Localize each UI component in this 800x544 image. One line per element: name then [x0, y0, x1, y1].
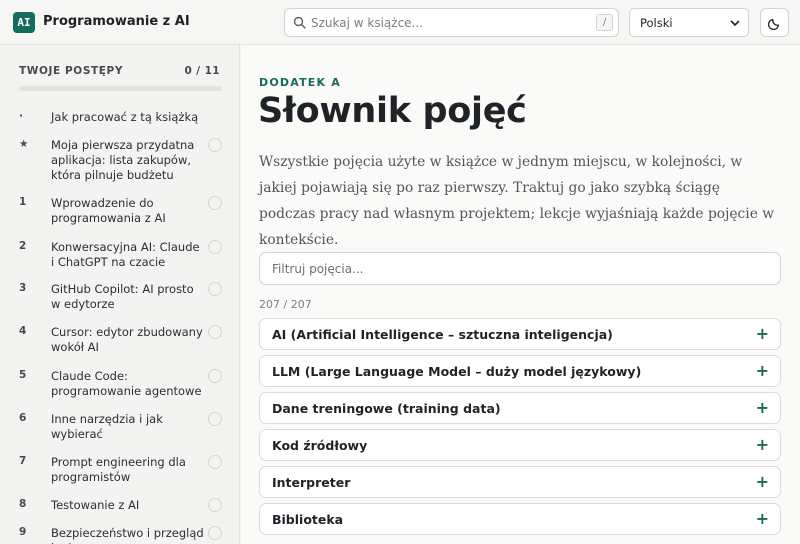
sidebar-item-number: 6 — [19, 412, 27, 424]
sidebar-item-number: 9 — [19, 526, 27, 538]
expand-plus-icon[interactable]: + — [756, 324, 769, 343]
glossary-term-row[interactable]: Biblioteka + — [259, 503, 781, 535]
sidebar-item-label: Konwersacyjna AI: Claude i ChatGPT na cz… — [51, 240, 200, 269]
sidebar-item-label: Moja pierwsza przydatna aplikacja: lista… — [51, 138, 195, 182]
expand-plus-icon[interactable]: + — [756, 435, 769, 454]
language-selected: Polski — [640, 16, 673, 30]
glossary-term-label: LLM (Large Language Model – duży model j… — [272, 364, 642, 379]
sidebar-item-label: Bezpieczeństwo i przegląd kodu — [51, 526, 204, 544]
completion-checkbox[interactable] — [208, 412, 222, 426]
sidebar-item-label: Cursor: edytor zbudowany wokół AI — [51, 325, 203, 354]
glossary-term-row[interactable]: AI (Artificial Intelligence – sztuczna i… — [259, 318, 781, 350]
sidebar-item-number: 3 — [19, 282, 27, 294]
expand-plus-icon[interactable]: + — [756, 472, 769, 491]
sidebar-item-number: 4 — [19, 325, 27, 337]
sidebar-item-label: Inne narzędzia i jak wybierać — [51, 412, 163, 441]
completion-checkbox[interactable] — [208, 526, 222, 540]
glossary-term-row[interactable]: Interpreter + — [259, 466, 781, 498]
language-select[interactable]: Polski — [629, 8, 749, 37]
glossary-term-row[interactable]: Dane treningowe (training data) + — [259, 392, 781, 424]
completion-checkbox[interactable] — [208, 498, 222, 512]
theme-toggle-button[interactable] — [760, 8, 789, 37]
progress-count: 0 / 11 — [184, 65, 220, 77]
page-intro: Wszystkie pojęcia użyte w książce w jedn… — [259, 154, 775, 248]
search-box[interactable]: / — [284, 8, 619, 37]
completion-checkbox[interactable] — [208, 369, 222, 383]
sidebar: TWOJE POSTĘPY 0 / 11 · Jak pracować z tą … — [0, 45, 240, 544]
progress-label: TWOJE POSTĘPY — [19, 65, 124, 77]
filter-input[interactable] — [272, 260, 762, 278]
glossary-term-label: Dane treningowe (training data) — [272, 401, 501, 416]
sidebar-item-number: 7 — [19, 455, 27, 467]
glossary-term-label: Interpreter — [272, 475, 351, 490]
page-title: Słownik pojęć — [258, 91, 527, 131]
sidebar-item-label: Testowanie z AI — [51, 498, 140, 512]
glossary-term-row[interactable]: LLM (Large Language Model – duży model j… — [259, 355, 781, 387]
search-shortcut-key: / — [596, 14, 613, 31]
app-logo[interactable]: AI — [13, 12, 35, 33]
sidebar-item-number: · — [19, 110, 23, 122]
glossary-term-row[interactable]: Kod źródłowy + — [259, 429, 781, 461]
search-icon — [293, 16, 306, 29]
sidebar-item-number: 2 — [19, 240, 27, 252]
glossary-term-label: Biblioteka — [272, 512, 344, 527]
glossary-term-label: Kod źródłowy — [272, 438, 368, 453]
sidebar-item-number: 1 — [19, 196, 27, 208]
sidebar-item-label: GitHub Copilot: AI prosto w edytorze — [51, 282, 194, 311]
filter-box[interactable] — [259, 252, 781, 285]
progress-bar — [19, 86, 222, 91]
sidebar-item-number: ★ — [19, 138, 29, 150]
completion-checkbox[interactable] — [208, 325, 222, 339]
sidebar-item-label: Wprowadzenie do programowania z AI — [51, 196, 166, 225]
sidebar-item-number: 5 — [19, 369, 27, 381]
completion-checkbox[interactable] — [208, 282, 222, 296]
chevron-down-icon — [730, 20, 740, 27]
completion-checkbox[interactable] — [208, 455, 222, 469]
term-count: 207 / 207 — [259, 298, 312, 311]
sidebar-item-label: Jak pracować z tą książką — [51, 110, 199, 124]
glossary-term-label: AI (Artificial Intelligence – sztuczna i… — [272, 327, 613, 342]
completion-checkbox[interactable] — [208, 240, 222, 254]
expand-plus-icon[interactable]: + — [756, 398, 769, 417]
completion-checkbox[interactable] — [208, 196, 222, 210]
section-eyebrow: DODATEK A — [259, 76, 341, 89]
completion-checkbox[interactable] — [208, 138, 222, 152]
moon-icon — [768, 18, 780, 30]
sidebar-item-label: Claude Code: programowanie agentowe — [51, 369, 202, 398]
main-content: DODATEK A Słownik pojęć Wszystkie pojęci… — [241, 45, 800, 544]
expand-plus-icon[interactable]: + — [756, 361, 769, 380]
search-input[interactable] — [311, 13, 573, 33]
sidebar-item-label: Prompt engineering dla programistów — [51, 455, 186, 484]
app-title[interactable]: Programowanie z AI — [43, 12, 190, 32]
expand-plus-icon[interactable]: + — [756, 509, 769, 528]
sidebar-item-number: 8 — [19, 498, 27, 510]
top-bar: AI Programowanie z AI / Polski — [0, 0, 800, 45]
